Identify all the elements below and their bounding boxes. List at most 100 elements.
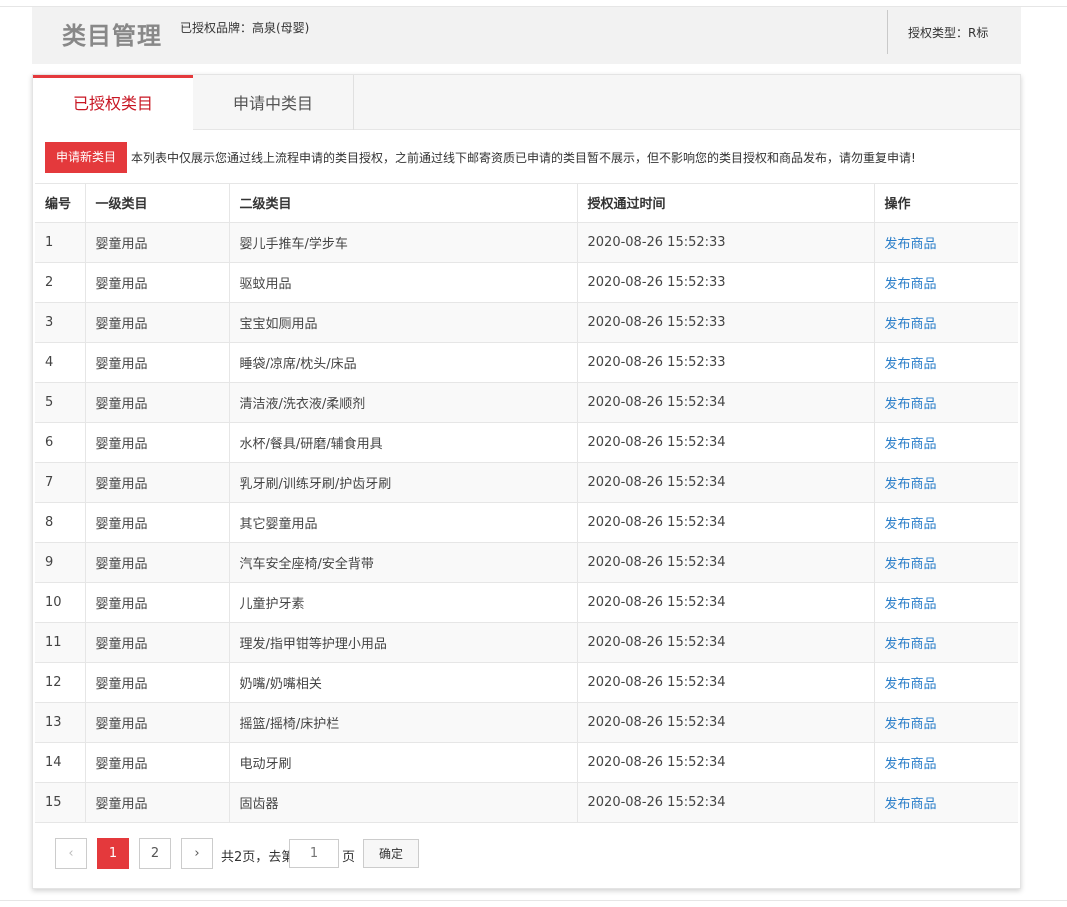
publish-product-link[interactable]: 发布商品 (885, 277, 937, 292)
column-header-action: 操作 (874, 184, 1018, 223)
page-title: 类目管理 (62, 22, 162, 50)
column-header-id: 编号 (35, 184, 86, 223)
column-header-level1: 一级类目 (85, 184, 230, 223)
cell-action: 发布商品 (874, 462, 1018, 503)
cell-level2: 汽车安全座椅/安全背带 (229, 542, 578, 583)
table-row: 12 婴童用品 奶嘴/奶嘴相关 2020-08-26 15:52:34 发布商品 (35, 662, 1018, 703)
table-row: 14 婴童用品 电动牙刷 2020-08-26 15:52:34 发布商品 (35, 742, 1018, 783)
cell-level1: 婴童用品 (85, 302, 230, 343)
goto-page-input[interactable] (289, 838, 339, 868)
cell-level2: 儿童护牙素 (229, 582, 578, 623)
apply-category-button[interactable]: 申请新类目 (45, 142, 127, 173)
publish-product-link[interactable]: 发布商品 (885, 637, 937, 652)
publish-product-link[interactable]: 发布商品 (885, 397, 937, 412)
table-row: 11 婴童用品 理发/指甲钳等护理小用品 2020-08-26 15:52:34 发布商… (35, 622, 1018, 663)
cell-action: 发布商品 (874, 382, 1018, 423)
publish-product-link[interactable]: 发布商品 (885, 237, 937, 252)
cell-level2: 乳牙刷/训练牙刷/护齿牙刷 (229, 462, 578, 503)
cell-time: 2020-08-26 15:52:34 (577, 542, 875, 583)
cell-level1: 婴童用品 (85, 582, 230, 623)
cell-action: 发布商品 (874, 262, 1018, 303)
publish-product-link[interactable]: 发布商品 (885, 797, 937, 812)
cell-id: 3 (35, 302, 86, 343)
cell-level1: 婴童用品 (85, 382, 230, 423)
publish-product-link[interactable]: 发布商品 (885, 517, 937, 532)
publish-product-link[interactable]: 发布商品 (885, 437, 937, 452)
cell-time: 2020-08-26 15:52:34 (577, 382, 875, 423)
cell-time: 2020-08-26 15:52:34 (577, 622, 875, 663)
cell-time: 2020-08-26 15:52:33 (577, 342, 875, 383)
notice-text: 本列表中仅展示您通过线上流程申请的类目授权，之前通过线下邮寄资质已申请的类目暂不… (131, 151, 916, 165)
table-row: 4 婴童用品 睡袋/凉席/枕头/床品 2020-08-26 15:52:33 发布商品 (35, 342, 1018, 383)
publish-product-link[interactable]: 发布商品 (885, 717, 937, 732)
cell-id: 14 (35, 742, 86, 783)
cell-level1: 婴童用品 (85, 342, 230, 383)
cell-time: 2020-08-26 15:52:34 (577, 502, 875, 543)
cell-level2: 奶嘴/奶嘴相关 (229, 662, 578, 703)
cell-id: 13 (35, 702, 86, 743)
page-header: 类目管理 已授权品牌：高泉(母婴) 授权类型：R标 (32, 7, 1021, 64)
publish-product-link[interactable]: 发布商品 (885, 757, 937, 772)
cell-id: 4 (35, 342, 86, 383)
table-row: 15 婴童用品 固齿器 2020-08-26 15:52:34 发布商品 (35, 782, 1018, 823)
cell-id: 6 (35, 422, 86, 463)
cell-action: 发布商品 (874, 742, 1018, 783)
table-row: 2 婴童用品 驱蚊用品 2020-08-26 15:52:33 发布商品 (35, 262, 1018, 303)
cell-id: 5 (35, 382, 86, 423)
cell-action: 发布商品 (874, 302, 1018, 343)
cell-id: 12 (35, 662, 86, 703)
bottom-divider (0, 900, 1067, 901)
cell-level2: 摇篮/摇椅/床护栏 (229, 702, 578, 743)
cell-action: 发布商品 (874, 582, 1018, 623)
cell-action: 发布商品 (874, 422, 1018, 463)
publish-product-link[interactable]: 发布商品 (885, 597, 937, 612)
cell-id: 8 (35, 502, 86, 543)
cell-action: 发布商品 (874, 662, 1018, 703)
tab-pending[interactable]: 申请中类目 (193, 75, 354, 130)
category-panel: 已授权类目 申请中类目 申请新类目 本列表中仅展示您通过线上流程申请的类目授权，… (32, 74, 1021, 889)
table-row: 7 婴童用品 乳牙刷/训练牙刷/护齿牙刷 2020-08-26 15:52:34 发布商… (35, 462, 1018, 503)
chevron-right-icon[interactable]: › (181, 837, 213, 869)
confirm-button[interactable]: 确定 (363, 838, 419, 868)
cell-action: 发布商品 (874, 342, 1018, 383)
column-header-level2: 二级类目 (229, 184, 578, 223)
publish-product-link[interactable]: 发布商品 (885, 557, 937, 572)
publish-product-link[interactable]: 发布商品 (885, 357, 937, 372)
cell-time: 2020-08-26 15:52:34 (577, 662, 875, 703)
cell-level1: 婴童用品 (85, 422, 230, 463)
cell-action: 发布商品 (874, 622, 1018, 663)
column-header-time: 授权通过时间 (577, 184, 875, 223)
publish-product-link[interactable]: 发布商品 (885, 677, 937, 692)
cell-id: 1 (35, 222, 86, 263)
publish-product-link[interactable]: 发布商品 (885, 317, 937, 332)
cell-time: 2020-08-26 15:52:33 (577, 222, 875, 263)
table-row: 5 婴童用品 清洁液/洗衣液/柔顺剂 2020-08-26 15:52:34 发布商品 (35, 382, 1018, 423)
chevron-left-icon[interactable]: ‹ (55, 837, 87, 869)
cell-level2: 清洁液/洗衣液/柔顺剂 (229, 382, 578, 423)
page-2-button[interactable]: 2 (139, 837, 171, 869)
cell-level1: 婴童用品 (85, 782, 230, 823)
cell-level1: 婴童用品 (85, 702, 230, 743)
cell-action: 发布商品 (874, 542, 1018, 583)
cell-level2: 婴儿手推车/学步车 (229, 222, 578, 263)
cell-level2: 水杯/餐具/研磨/辅食用具 (229, 422, 578, 463)
cell-level1: 婴童用品 (85, 542, 230, 583)
cell-time: 2020-08-26 15:52:34 (577, 742, 875, 783)
publish-product-link[interactable]: 发布商品 (885, 477, 937, 492)
total-pages-text: 共2页，去第 (221, 849, 295, 865)
tab-bar: 已授权类目 申请中类目 (33, 75, 1020, 131)
category-table: 编号 一级类目 二级类目 授权通过时间 操作 1 婴童用品 婴儿手推车/学步车 202… (35, 184, 1018, 823)
table-row: 8 婴童用品 其它婴童用品 2020-08-26 15:52:34 发布商品 (35, 502, 1018, 543)
table-row: 10 婴童用品 儿童护牙素 2020-08-26 15:52:34 发布商品 (35, 582, 1018, 623)
cell-id: 7 (35, 462, 86, 503)
tab-authorized[interactable]: 已授权类目 (33, 75, 193, 131)
page-1-button[interactable]: 1 (97, 837, 129, 869)
cell-action: 发布商品 (874, 782, 1018, 823)
cell-level1: 婴童用品 (85, 262, 230, 303)
pagination: ‹ 1 2 › 共2页，去第 页 确定 (35, 823, 1018, 889)
table-row: 13 婴童用品 摇篮/摇椅/床护栏 2020-08-26 15:52:34 发布商品 (35, 702, 1018, 743)
cell-level2: 固齿器 (229, 782, 578, 823)
authorized-brand: 已授权品牌：高泉(母婴) (180, 21, 310, 35)
table-row: 9 婴童用品 汽车安全座椅/安全背带 2020-08-26 15:52:34 发布商品 (35, 542, 1018, 583)
cell-time: 2020-08-26 15:52:34 (577, 462, 875, 503)
